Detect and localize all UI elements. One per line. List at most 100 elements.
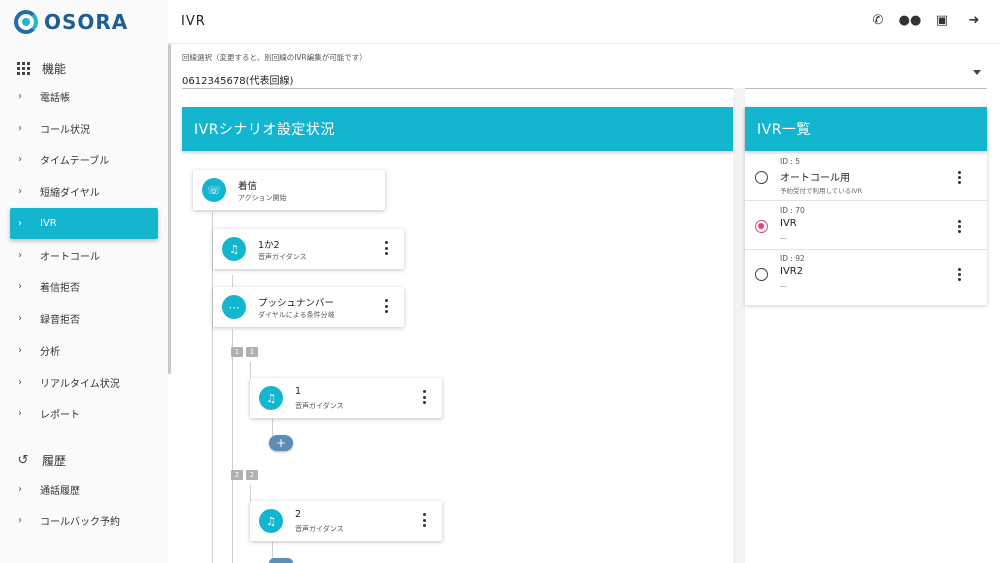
ivr-name: オートコール用 <box>780 173 850 184</box>
radio-button[interactable] <box>755 171 768 184</box>
flow-connector <box>272 419 273 437</box>
chevron-right-icon: › <box>18 484 22 495</box>
chevron-right-icon: › <box>18 313 22 324</box>
sidebar-item-realtime[interactable]: › リアルタイム状況 <box>10 367 158 398</box>
dropdown-arrow-icon <box>973 70 981 75</box>
sidebar-item-record-block[interactable]: › 録音拒否 <box>10 303 158 334</box>
sidebar-item-label: タイムテーブル <box>40 156 110 167</box>
flow-node-branch-2[interactable]: ♫ 2 音声ガイダンス <box>250 501 442 541</box>
more-vert-icon[interactable] <box>384 241 388 255</box>
branch-tag: 2 <box>231 470 243 480</box>
chevron-right-icon: › <box>18 345 22 356</box>
radio-button[interactable] <box>755 268 768 281</box>
app-root: OSORA 機能 › 電話帳 › コール状況 › タイムテーブル › 短縮ダイヤル › I… <box>0 0 1000 563</box>
ivr-id: ID : 70 <box>780 206 805 215</box>
ivr-id: ID : 92 <box>780 254 805 263</box>
node-subtitle: アクション開始 <box>238 194 287 202</box>
chevron-right-icon: › <box>18 123 22 134</box>
sidebar-item-label: コール状況 <box>40 125 90 136</box>
ivr-description: — <box>780 282 787 290</box>
sidebar-item-label: コールバック予約 <box>40 517 120 528</box>
flow-node-guidance[interactable]: ♫ 1か2 音声ガイダンス <box>213 229 404 269</box>
more-vert-icon[interactable] <box>957 171 961 184</box>
logout-arrow-icon[interactable]: ➜ <box>966 12 982 28</box>
flow-connector <box>232 329 233 563</box>
ivr-list-title: IVR一覧 <box>745 107 987 151</box>
sidebar-section-features: 機能 <box>16 60 66 77</box>
more-vert-icon[interactable] <box>422 390 426 404</box>
sidebar-section-history: ↺ 履歴 <box>16 452 66 469</box>
node-subtitle: ダイヤルによる条件分岐 <box>258 311 335 319</box>
sidebar-item-timetable[interactable]: › タイムテーブル <box>10 144 158 175</box>
sidebar-scrollbar[interactable] <box>168 44 171 374</box>
node-subtitle: 音声ガイダンス <box>295 525 344 533</box>
topbar: IVR ✆ ●● ▣ ➜ <box>168 0 1000 44</box>
sidebar-item-label: 着信拒否 <box>40 283 80 294</box>
ivr-id: ID : 5 <box>780 157 801 166</box>
sidebar-item-call-history[interactable]: › 通話履歴 <box>10 474 158 505</box>
top-icons: ✆ ●● ▣ ➜ <box>870 12 982 28</box>
main-content: 回線選択（変更すると、別回線のIVR編集が可能です） 0612345678(代表… <box>172 44 1000 563</box>
branch-tag: 1 <box>231 347 243 357</box>
flow-node-incoming[interactable]: ☏ 着信 アクション開始 <box>193 170 385 210</box>
sidebar-item-speed-dial[interactable]: › 短縮ダイヤル <box>10 176 158 207</box>
phone-forward-icon[interactable]: ✆ <box>870 12 886 28</box>
chevron-right-icon: › <box>18 154 22 165</box>
sidebar-item-label: 電話帳 <box>40 93 70 104</box>
grid-icon <box>16 62 30 76</box>
chevron-right-icon: › <box>18 281 22 292</box>
branch-tag: 2 <box>246 470 258 480</box>
node-subtitle: 音声ガイダンス <box>295 402 344 410</box>
line-select-label: 回線選択（変更すると、別回線のIVR編集が可能です） <box>182 53 367 62</box>
logo-text: OSORA <box>44 10 129 34</box>
sidebar-item-label: 分析 <box>40 347 60 358</box>
sidebar-item-autocall[interactable]: › オートコール <box>10 240 158 271</box>
logo-mark-icon <box>14 10 38 34</box>
sidebar-item-call-status[interactable]: › コール状況 <box>10 113 158 144</box>
sidebar-item-ivr[interactable]: › IVR <box>10 208 158 239</box>
add-action-button-partial[interactable] <box>269 558 293 563</box>
sidebar-item-callback[interactable]: › コールバック予約 <box>10 505 158 536</box>
node-subtitle: 音声ガイダンス <box>258 253 307 261</box>
scenario-panel-title: IVRシナリオ設定状況 <box>182 107 733 151</box>
radio-button-selected[interactable] <box>755 220 768 233</box>
incoming-call-icon: ☏ <box>202 178 226 202</box>
ivr-list-item[interactable]: ID : 70 IVR — <box>745 202 987 250</box>
flow-node-push-number[interactable]: ⋯ プッシュナンバー ダイヤルによる条件分岐 <box>213 287 404 327</box>
sidebar-item-label: レポート <box>40 410 80 421</box>
ivr-name: IVR2 <box>780 266 804 277</box>
node-title: 1 <box>295 386 302 397</box>
sidebar-item-label: 録音拒否 <box>40 315 80 326</box>
node-title: 2 <box>295 509 302 520</box>
more-vert-icon[interactable] <box>957 220 961 233</box>
history-icon: ↺ <box>17 453 29 468</box>
ivr-name: IVR <box>780 218 797 229</box>
branch-tag: 1 <box>246 347 258 357</box>
audio-library-icon: ♫ <box>222 237 246 261</box>
people-icon[interactable]: ●● <box>899 12 922 28</box>
dialpad-icon: ⋯ <box>222 295 246 319</box>
sidebar: OSORA 機能 › 電話帳 › コール状況 › タイムテーブル › 短縮ダイヤル › I… <box>0 0 168 563</box>
ivr-list-panel: IVR一覧 ID : 5 オートコール用 予約受付で利用しているIVR ID :… <box>745 107 987 305</box>
sidebar-item-analytics[interactable]: › 分析 <box>10 335 158 366</box>
add-action-button[interactable]: + <box>269 435 293 451</box>
more-vert-icon[interactable] <box>384 299 388 313</box>
ivr-list-item[interactable]: ID : 92 IVR2 — <box>745 250 987 298</box>
line-select-value: 0612345678(代表回線) <box>182 76 294 87</box>
audio-library-icon: ♫ <box>259 386 283 410</box>
chevron-right-icon: › <box>18 91 22 102</box>
flow-node-branch-1[interactable]: ♫ 1 音声ガイダンス <box>250 378 442 418</box>
chevron-right-icon: › <box>18 186 22 197</box>
more-vert-icon[interactable] <box>957 268 961 281</box>
chevron-right-icon: › <box>18 218 22 229</box>
scenario-panel: IVRシナリオ設定状況 ☏ 着信 アクション開始 ♫ 1か2 音声ガイダンス ⋯… <box>182 107 733 563</box>
contact-card-icon[interactable]: ▣ <box>934 12 950 28</box>
sidebar-item-phonebook[interactable]: › 電話帳 <box>10 81 158 112</box>
ivr-list-item[interactable]: ID : 5 オートコール用 予約受付で利用しているIVR <box>745 153 987 201</box>
sidebar-item-call-block[interactable]: › 着信拒否 <box>10 271 158 302</box>
column-gutter <box>733 88 745 563</box>
sidebar-item-report[interactable]: › レポート <box>10 398 158 429</box>
more-vert-icon[interactable] <box>422 513 426 527</box>
logo[interactable]: OSORA <box>14 9 128 35</box>
line-select-dropdown[interactable]: 回線選択（変更すると、別回線のIVR編集が可能です） 0612345678(代表… <box>182 52 987 89</box>
